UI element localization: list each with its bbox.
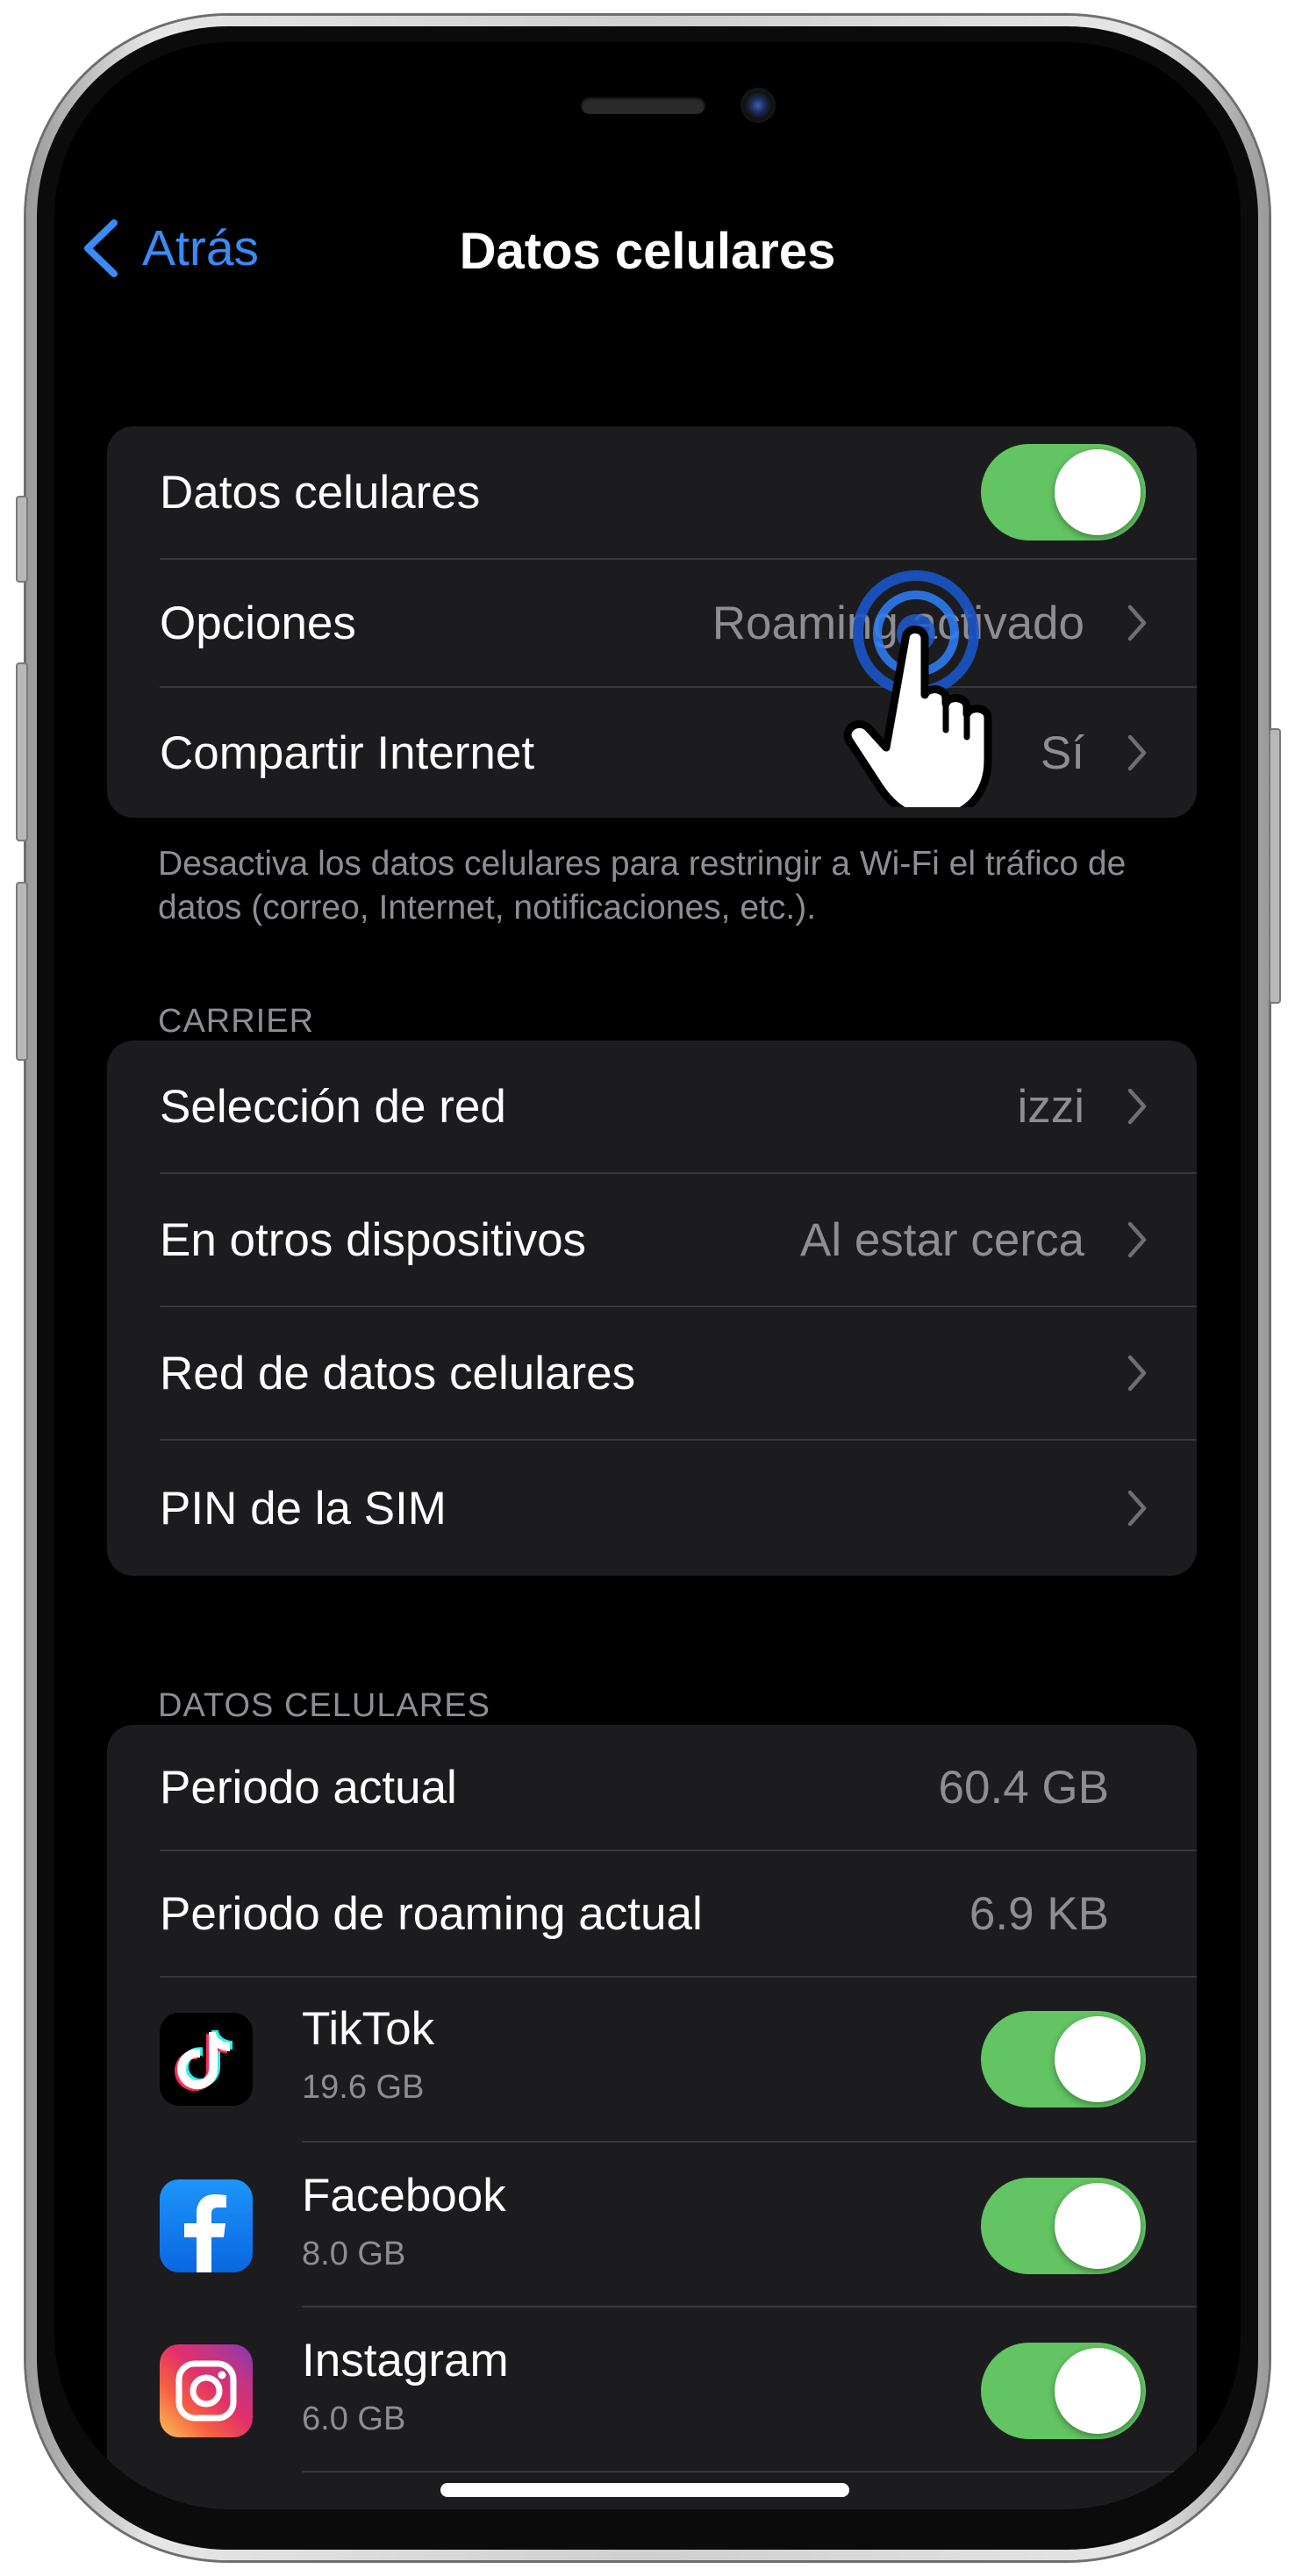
screen: Atrás Datos celulares Datos celulares Op… bbox=[54, 42, 1241, 2509]
chevron-right-icon bbox=[1127, 1088, 1147, 1125]
hotspot-value: Sí bbox=[1040, 726, 1084, 779]
page-title: Datos celulares bbox=[459, 223, 836, 280]
cellular-data-toggle[interactable] bbox=[981, 444, 1146, 540]
cellular-network-label: Red de datos celulares bbox=[160, 1347, 636, 1399]
power-button bbox=[1269, 728, 1281, 1004]
tiktok-toggle[interactable] bbox=[981, 2011, 1146, 2107]
volume-down-button bbox=[16, 882, 28, 1061]
earpiece-speaker bbox=[581, 97, 705, 114]
toggle-knob bbox=[1055, 2348, 1141, 2434]
silent-switch bbox=[16, 496, 28, 583]
volume-up-button bbox=[16, 662, 28, 841]
hotspot-row[interactable]: Compartir Internet Sí bbox=[107, 688, 1197, 818]
instagram-icon bbox=[160, 2344, 253, 2437]
app-name: Facebook bbox=[302, 2170, 506, 2222]
other-devices-label: En otros dispositivos bbox=[160, 1213, 587, 1266]
chevron-right-icon bbox=[1127, 1355, 1147, 1392]
roaming-period-row: Periodo de roaming actual 6.9 KB bbox=[107, 1851, 1197, 1976]
options-label: Opciones bbox=[160, 597, 356, 649]
app-usage: 19.6 GB bbox=[302, 2069, 425, 2106]
sim-pin-row[interactable]: PIN de la SIM bbox=[107, 1441, 1197, 1576]
other-devices-value: Al estar cerca bbox=[799, 1213, 1084, 1266]
hand-pointer-icon bbox=[843, 570, 992, 807]
app-row-tiktok: TikTok 19.6 GB bbox=[107, 1978, 1197, 2141]
cellular-data-row: Datos celulares bbox=[107, 426, 1197, 558]
chevron-right-icon bbox=[1127, 605, 1147, 641]
facebook-icon bbox=[160, 2179, 253, 2272]
chevron-right-icon bbox=[1127, 1490, 1147, 1527]
app-row-facebook: Facebook 8.0 GB bbox=[107, 2143, 1197, 2306]
toggle-knob bbox=[1055, 2183, 1141, 2269]
hotspot-label: Compartir Internet bbox=[160, 726, 535, 779]
network-selection-label: Selección de red bbox=[160, 1080, 506, 1133]
options-row[interactable]: Opciones Roaming activado bbox=[107, 560, 1197, 686]
carrier-section-header: CARRIER bbox=[158, 1003, 315, 1040]
chevron-right-icon bbox=[1127, 734, 1147, 771]
app-row-instagram: Instagram 6.0 GB bbox=[107, 2308, 1197, 2471]
home-indicator[interactable] bbox=[440, 2483, 849, 2497]
network-selection-value: izzi bbox=[1017, 1080, 1084, 1133]
network-selection-row[interactable]: Selección de red izzi bbox=[107, 1041, 1197, 1172]
tiktok-icon bbox=[160, 2013, 253, 2106]
instagram-toggle[interactable] bbox=[981, 2343, 1146, 2439]
usage-section-header: DATOS CELULARES bbox=[158, 1687, 490, 1724]
toggle-knob bbox=[1055, 449, 1141, 535]
divider bbox=[302, 2471, 1197, 2472]
current-period-value: 60.4 GB bbox=[938, 1761, 1109, 1814]
sim-pin-label: PIN de la SIM bbox=[160, 1482, 447, 1535]
facebook-toggle[interactable] bbox=[981, 2178, 1146, 2274]
usage-group: Periodo actual 60.4 GB Periodo de roamin… bbox=[107, 1725, 1197, 2509]
roaming-period-label: Periodo de roaming actual bbox=[160, 1887, 703, 1940]
current-period-label: Periodo actual bbox=[160, 1761, 457, 1814]
cellular-network-row[interactable]: Red de datos celulares bbox=[107, 1307, 1197, 1439]
toggle-knob bbox=[1055, 2016, 1141, 2102]
app-name: TikTok bbox=[302, 2003, 435, 2055]
chevron-right-icon bbox=[1127, 1221, 1147, 1258]
app-usage: 8.0 GB bbox=[302, 2236, 406, 2272]
cellular-data-footnote: Desactiva los datos celulares para restr… bbox=[158, 845, 1127, 927]
carrier-group: Selección de red izzi En otros dispositi… bbox=[107, 1041, 1197, 1576]
app-usage: 6.0 GB bbox=[302, 2401, 406, 2437]
cellular-data-label: Datos celulares bbox=[160, 466, 481, 519]
current-period-row: Periodo actual 60.4 GB bbox=[107, 1725, 1197, 1850]
app-name: Instagram bbox=[302, 2335, 509, 2386]
front-camera bbox=[741, 88, 776, 123]
other-devices-row[interactable]: En otros dispositivos Al estar cerca bbox=[107, 1174, 1197, 1306]
roaming-period-value: 6.9 KB bbox=[969, 1887, 1109, 1940]
cellular-main-group: Datos celulares Opciones Roaming activad… bbox=[107, 426, 1197, 818]
